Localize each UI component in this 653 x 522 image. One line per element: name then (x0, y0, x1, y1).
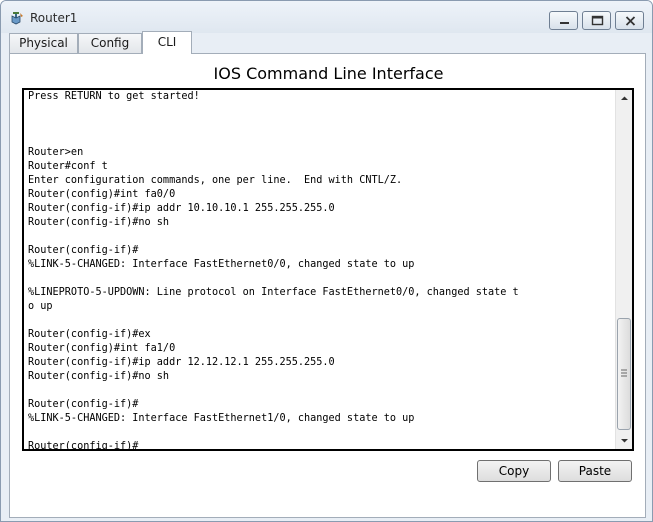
grip-icon (621, 369, 627, 377)
terminal-line: Router(config-if)#ex (28, 329, 151, 340)
cli-terminal[interactable]: Press RETURN to get started! Router>en Rou… (22, 88, 634, 451)
router-window: Router1 Physical Config CLI IOS Command … (0, 0, 653, 522)
maximize-button[interactable] (582, 11, 611, 30)
terminal-line: o up (28, 301, 53, 312)
terminal-line: Router(config-if)#no sh (28, 371, 170, 382)
terminal-line: Router(config-if)#ip addr 12.12.12.1 255… (28, 357, 335, 368)
arrow-up-icon (621, 96, 628, 100)
vertical-scrollbar[interactable] (615, 90, 632, 449)
tab-cli[interactable]: CLI (142, 31, 192, 54)
arrow-down-icon (621, 439, 628, 443)
terminal-line: Press RETURN to get started! (28, 91, 200, 102)
window-title: Router1 (30, 11, 78, 25)
tab-physical[interactable]: Physical (9, 33, 78, 53)
terminal-line: Router(config-if)# (28, 441, 139, 451)
scroll-up-button[interactable] (616, 90, 632, 107)
terminal-line: Router(config-if)# (28, 399, 139, 410)
copy-button[interactable]: Copy (477, 460, 551, 482)
terminal-output[interactable]: Press RETURN to get started! Router>en Rou… (28, 90, 608, 451)
scroll-down-button[interactable] (616, 432, 632, 449)
cli-panel: IOS Command Line Interface Press RETURN … (9, 53, 646, 518)
cli-heading: IOS Command Line Interface (213, 64, 444, 83)
terminal-line: Router#conf t (28, 161, 108, 172)
terminal-line: Router(config-if)#no sh (28, 217, 170, 228)
paste-button[interactable]: Paste (558, 460, 632, 482)
close-icon (625, 16, 636, 26)
terminal-line: %LINEPROTO-5-UPDOWN: Line protocol on In… (28, 287, 519, 298)
minimize-button[interactable] (549, 11, 578, 30)
tab-config[interactable]: Config (78, 33, 142, 53)
terminal-line: Router(config-if)#ip addr 10.10.10.1 255… (28, 203, 335, 214)
terminal-line: Router(config)#int fa0/0 (28, 189, 176, 200)
router-icon (10, 10, 26, 26)
terminal-line: Enter configuration commands, one per li… (28, 175, 403, 186)
terminal-line: Router(config)#int fa1/0 (28, 343, 176, 354)
terminal-line: %LINK-5-CHANGED: Interface FastEthernet1… (28, 413, 415, 424)
terminal-line: %LINK-5-CHANGED: Interface FastEthernet0… (28, 259, 415, 270)
terminal-line: Router(config-if)# (28, 245, 139, 256)
close-button[interactable] (615, 11, 644, 30)
terminal-line: Router>en (28, 147, 84, 158)
scroll-thumb[interactable] (617, 318, 631, 430)
title-bar[interactable]: Router1 (1, 1, 652, 33)
